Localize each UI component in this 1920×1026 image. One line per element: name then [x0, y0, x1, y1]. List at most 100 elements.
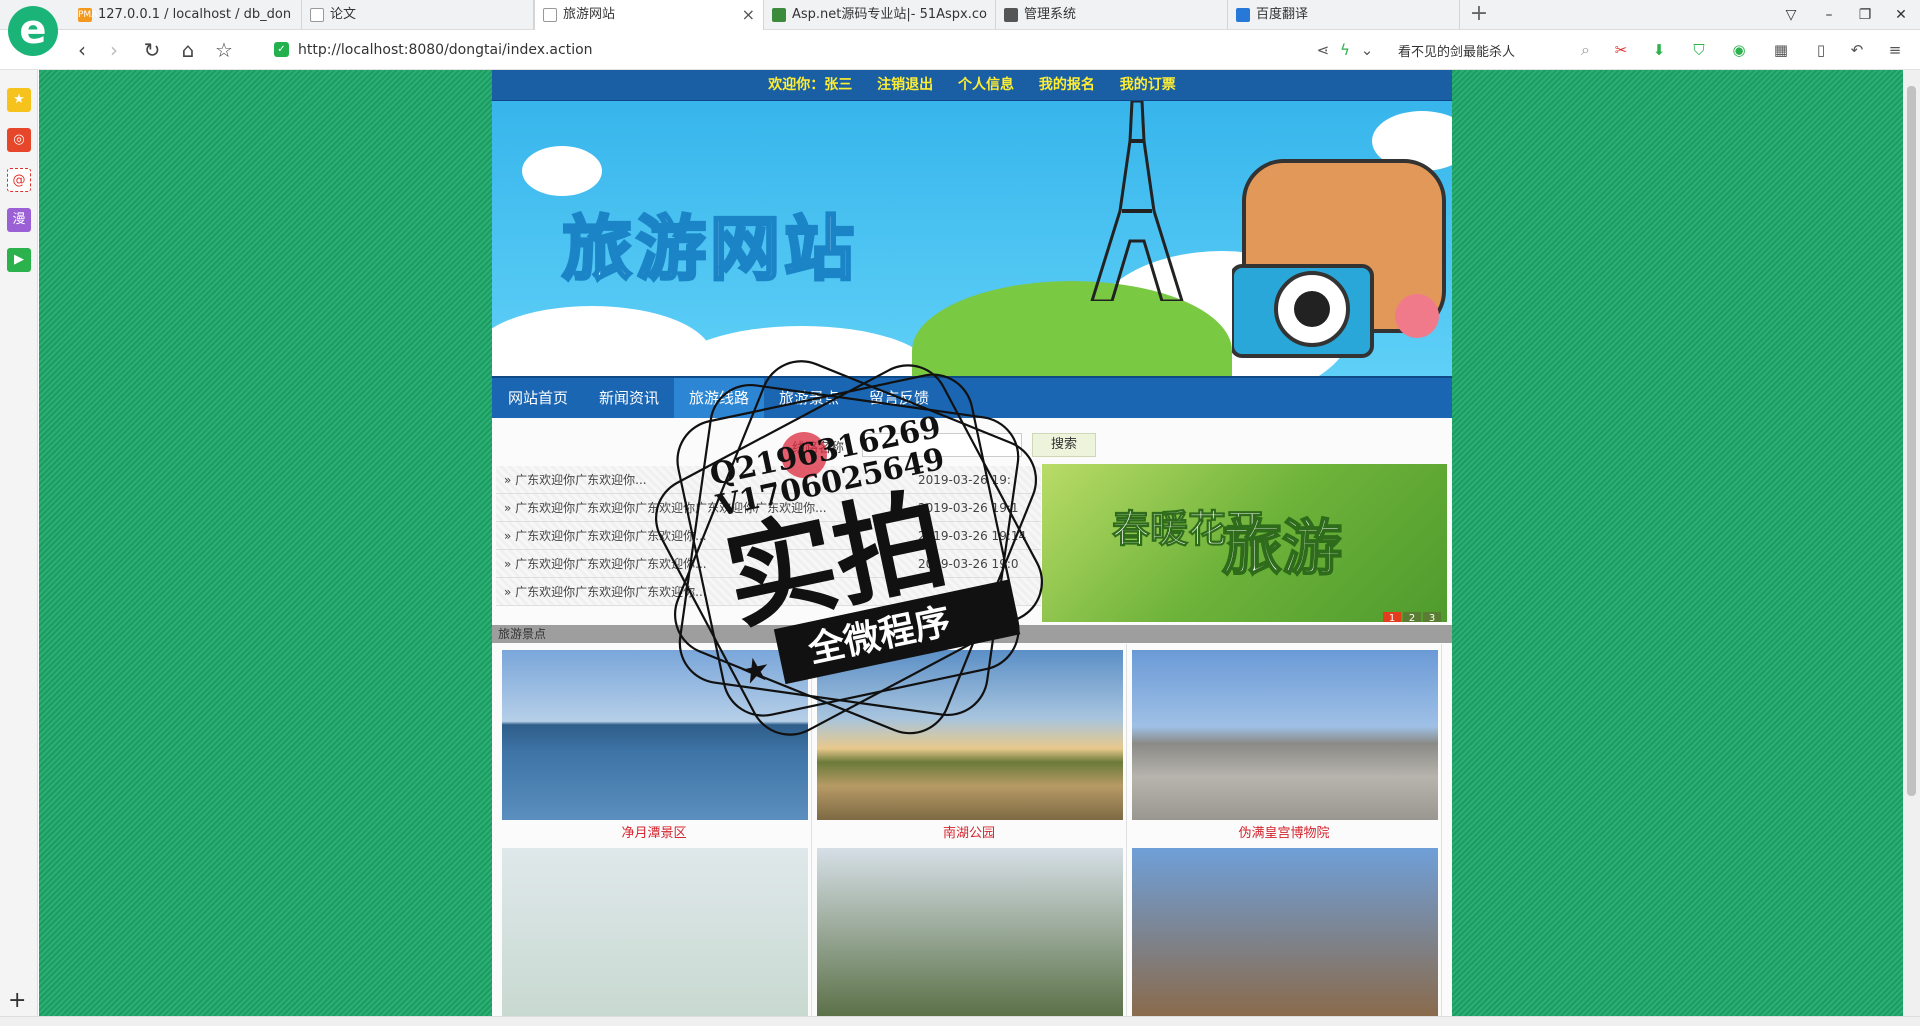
- nav-scenic-spots[interactable]: 旅游景点: [764, 378, 854, 418]
- spot-photo[interactable]: [502, 848, 808, 1016]
- spot-name[interactable]: 净月潭景区: [496, 822, 812, 841]
- tab-51aspx[interactable]: Asp.net源码专业站|- 51Aspx.co: [764, 0, 996, 30]
- mobile-icon[interactable]: ▯: [1810, 40, 1832, 60]
- news-title: » 广东欢迎你广东欢迎你广东欢迎你...: [504, 557, 707, 571]
- share-icon[interactable]: ⋖: [1312, 40, 1334, 60]
- apps-grid-icon[interactable]: ▦: [1770, 40, 1792, 60]
- search-icon[interactable]: ⌕: [1581, 40, 1590, 60]
- site-banner: 旅游网站: [492, 101, 1452, 376]
- undo-icon[interactable]: ↶: [1846, 40, 1868, 60]
- video-icon[interactable]: ▶: [7, 248, 31, 272]
- close-tab-icon[interactable]: ×: [742, 0, 755, 30]
- promo-slideshow[interactable]: 春暖花开 旅游 123: [1042, 464, 1447, 622]
- news-item[interactable]: » 广东欢迎你广东欢迎你... 2019-03-26 19:: [496, 466, 1041, 494]
- route-name-input[interactable]: [862, 433, 1022, 457]
- comic-icon[interactable]: 漫: [7, 208, 31, 232]
- weibo-icon[interactable]: ◎: [7, 128, 31, 152]
- restore-icon[interactable]: ❐: [1850, 0, 1880, 30]
- logout-link[interactable]: 注销退出: [877, 77, 933, 93]
- site-top-bar: 欢迎你：张三 注销退出 个人信息 我的报名 我的订票: [492, 70, 1452, 101]
- chevron-down-icon[interactable]: ⌄: [1356, 40, 1378, 60]
- spot-card[interactable]: 伪满皇宫博物院: [1126, 644, 1442, 842]
- refresh-icon[interactable]: ↻: [140, 38, 164, 62]
- route-search-button[interactable]: 搜索: [1032, 433, 1096, 457]
- spot-card[interactable]: 南湖公园: [811, 644, 1127, 842]
- profile-link[interactable]: 个人信息: [958, 77, 1014, 93]
- spot-photo[interactable]: [502, 650, 808, 820]
- eiffel-tower-illustration: [1090, 101, 1184, 301]
- close-window-icon[interactable]: ✕: [1886, 0, 1916, 30]
- news-title: » 广东欢迎你广东欢迎你...: [504, 473, 647, 487]
- browser-search-input[interactable]: [1390, 36, 1560, 64]
- spot-name[interactable]: 南湖公园: [811, 822, 1127, 841]
- download-icon[interactable]: ⬇: [1648, 40, 1670, 60]
- shield-icon[interactable]: ⛉: [1688, 40, 1710, 60]
- nav-news[interactable]: 新闻资讯: [584, 378, 674, 418]
- page-scrollbar[interactable]: [1903, 70, 1920, 1016]
- tab-phpmyadmin[interactable]: PMA 127.0.0.1 / localhost / db_don: [70, 0, 302, 30]
- browser-search-box[interactable]: ⌕: [1390, 36, 1590, 64]
- spot-card[interactable]: [1126, 842, 1442, 1016]
- tab-admin-system[interactable]: 管理系统: [996, 0, 1228, 30]
- spot-name[interactable]: 伪满皇宫博物院: [1126, 822, 1442, 841]
- route-search-form: 线路名称 搜索: [792, 433, 1152, 459]
- news-item[interactable]: » 广东欢迎你广东欢迎你广东欢迎你广东欢迎你广东欢迎你... 2019-03-2…: [496, 494, 1041, 522]
- address-bar[interactable]: ✓: [268, 36, 1308, 64]
- menu-icon[interactable]: ≡: [1884, 40, 1906, 60]
- slide-page-2[interactable]: 2: [1403, 612, 1421, 622]
- browser-logo-icon: e: [8, 6, 58, 56]
- my-signups-link[interactable]: 我的报名: [1039, 77, 1095, 93]
- tab-label: 管理系统: [1024, 7, 1077, 22]
- spot-photo[interactable]: [817, 650, 1123, 820]
- tab-label: 旅游网站: [563, 7, 616, 22]
- favorite-star-icon[interactable]: ☆: [212, 38, 236, 62]
- sidebar-add-icon[interactable]: +: [8, 988, 26, 1013]
- address-input[interactable]: [298, 36, 1258, 64]
- page-viewport: 欢迎你：张三 注销退出 个人信息 我的报名 我的订票 旅游网站 网站首页 新闻资…: [39, 70, 1903, 1016]
- game-icon[interactable]: ◉: [1728, 40, 1750, 60]
- mail-icon[interactable]: @: [7, 168, 31, 192]
- spot-card[interactable]: [496, 842, 812, 1016]
- news-item[interactable]: » 广东欢迎你广东欢迎你广东欢迎你... 2019-03-26 19:14: [496, 522, 1041, 550]
- browser-tab-bar: PMA 127.0.0.1 / localhost / db_don 论文 旅游…: [0, 0, 1920, 30]
- site-icon: [772, 8, 786, 22]
- browser-status-bar: [0, 1016, 1920, 1026]
- secure-shield-icon: ✓: [274, 42, 289, 57]
- forward-icon[interactable]: ›: [102, 38, 126, 62]
- spot-photo[interactable]: [1132, 650, 1438, 820]
- lightning-icon[interactable]: ϟ: [1334, 40, 1356, 60]
- back-icon[interactable]: ‹: [70, 38, 94, 62]
- tab-travel-site[interactable]: 旅游网站 ×: [534, 0, 764, 30]
- new-tab-button[interactable]: +: [1464, 0, 1494, 30]
- browser-left-sidebar: ★ ◎ @ 漫 ▶ +: [0, 70, 38, 1026]
- slide-page-1[interactable]: 1: [1383, 612, 1401, 622]
- page-icon: [310, 8, 324, 22]
- shirt-icon[interactable]: ▽: [1776, 0, 1806, 30]
- news-date: 2019-03-26 19:: [918, 473, 1011, 487]
- page-scroll-thumb[interactable]: [1907, 86, 1916, 796]
- slide-pager: 123: [1381, 606, 1441, 622]
- nav-home[interactable]: 网站首页: [492, 378, 584, 418]
- home-icon[interactable]: ⌂: [176, 38, 200, 62]
- spot-photo[interactable]: [1132, 848, 1438, 1016]
- favorites-star-icon[interactable]: ★: [7, 88, 31, 112]
- tab-paper[interactable]: 论文: [302, 0, 534, 30]
- news-item[interactable]: » 广东欢迎你广东欢迎你广东欢迎你...: [496, 578, 1041, 606]
- news-item[interactable]: » 广东欢迎你广东欢迎你广东欢迎你... 2019-03-26 19:0: [496, 550, 1041, 578]
- nav-travel-routes[interactable]: 旅游线路: [674, 378, 764, 418]
- tab-label: 百度翻译: [1256, 7, 1309, 22]
- spot-card[interactable]: [811, 842, 1127, 1016]
- nav-feedback[interactable]: 留言反馈: [854, 378, 944, 418]
- spot-photo[interactable]: [817, 848, 1123, 1016]
- news-date: 2019-03-26 19:14: [918, 529, 1027, 543]
- minimize-icon[interactable]: –: [1814, 0, 1844, 30]
- news-list: » 广东欢迎你广东欢迎你... 2019-03-26 19: » 广东欢迎你广东…: [496, 466, 1041, 620]
- slide-page-3[interactable]: 3: [1423, 612, 1441, 622]
- spot-card[interactable]: 净月潭景区: [496, 644, 812, 842]
- tab-baidu-translate[interactable]: 百度翻译: [1228, 0, 1460, 30]
- my-orders-link[interactable]: 我的订票: [1120, 77, 1176, 93]
- cloud-decoration: [522, 146, 602, 196]
- phpmyadmin-icon: PMA: [78, 8, 98, 22]
- welcome-label: 欢迎你：: [768, 77, 825, 93]
- scissors-icon[interactable]: ✂: [1610, 40, 1632, 60]
